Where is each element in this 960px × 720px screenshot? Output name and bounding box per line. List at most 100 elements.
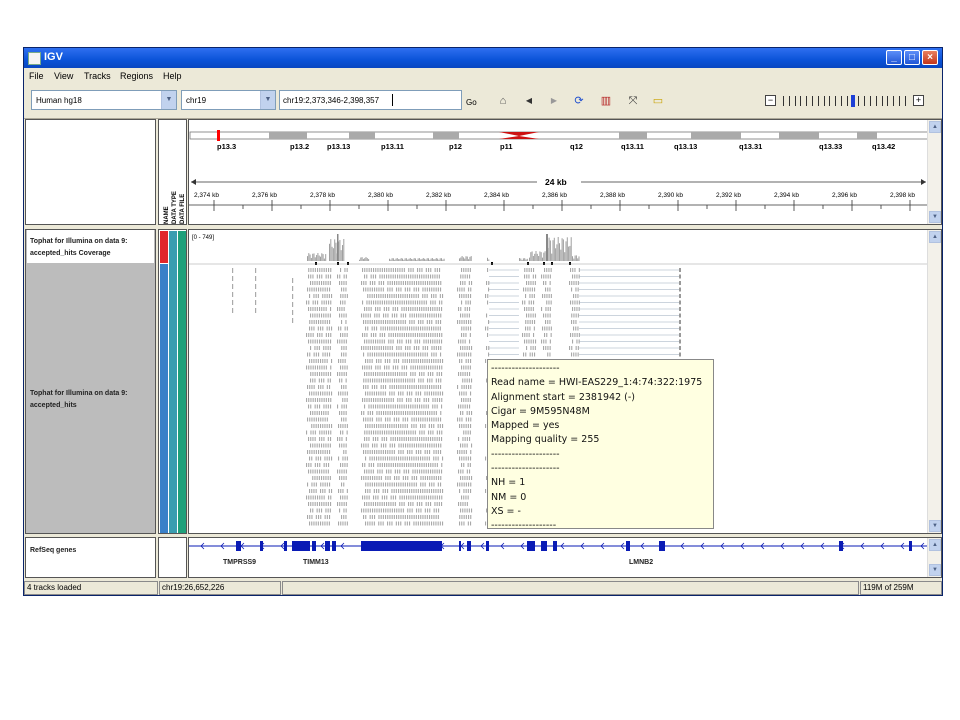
read-segment bbox=[394, 404, 396, 409]
read-segment bbox=[371, 352, 373, 357]
read-segment bbox=[310, 430, 312, 435]
scroll-up-icon[interactable]: ▲ bbox=[929, 121, 941, 133]
scroll-down-icon[interactable]: ▼ bbox=[929, 564, 941, 576]
coverage-bar bbox=[325, 254, 327, 261]
read-segment bbox=[384, 294, 386, 298]
read-segment bbox=[323, 404, 325, 409]
home-icon[interactable]: ⌂ bbox=[495, 94, 511, 108]
scroll-up-icon[interactable]: ▲ bbox=[929, 231, 941, 243]
minimize-icon[interactable]: _ bbox=[886, 50, 902, 65]
read-segment bbox=[463, 463, 465, 467]
refseq-track-name[interactable]: RefSeq genes bbox=[27, 547, 154, 554]
read-segment bbox=[404, 326, 406, 331]
genome-select[interactable]: Human hg18 ▼ bbox=[31, 90, 177, 110]
menu-tracks[interactable]: Tracks bbox=[84, 71, 111, 81]
read-segment bbox=[375, 268, 377, 272]
read-segment bbox=[459, 359, 461, 363]
read-segment bbox=[441, 463, 443, 467]
read-segment bbox=[432, 437, 434, 441]
close-icon[interactable]: × bbox=[922, 50, 938, 65]
chromosome-select[interactable]: chr19 ▼ bbox=[181, 90, 276, 110]
header-scrollbar[interactable]: ▲ ▼ bbox=[927, 120, 941, 224]
attr-name-cell[interactable] bbox=[160, 231, 168, 263]
read-segment bbox=[389, 508, 391, 513]
menu-help[interactable]: Help bbox=[163, 71, 182, 81]
ruler[interactable]: 2,374 kb 2,376 kb 2,378 kb 2,380 kb 2,382 kb… bbox=[189, 192, 940, 211]
gene-label: TIMM13 bbox=[303, 559, 329, 566]
read-segment bbox=[392, 300, 394, 305]
refresh-icon[interactable]: ⟳ bbox=[571, 94, 587, 108]
menu-regions[interactable]: Regions bbox=[120, 71, 153, 81]
read-segment bbox=[427, 378, 429, 383]
coverage-bar bbox=[413, 258, 415, 261]
back-icon[interactable]: ◀ bbox=[521, 94, 537, 108]
read-segment bbox=[375, 365, 377, 370]
go-button[interactable]: Go bbox=[466, 98, 477, 107]
scroll-up-icon[interactable]: ▲ bbox=[929, 539, 941, 551]
read-segment bbox=[424, 482, 426, 487]
zoom-in-icon[interactable]: + bbox=[913, 95, 924, 106]
ideogram[interactable] bbox=[189, 130, 929, 141]
read-segment bbox=[396, 385, 398, 389]
chevron-down-icon[interactable]: ▼ bbox=[260, 91, 275, 109]
read-segment bbox=[386, 372, 388, 376]
coverage-bar bbox=[390, 259, 392, 261]
coverage-bar bbox=[394, 259, 396, 261]
feature-scrollbar[interactable]: ▲ ▼ bbox=[927, 538, 941, 577]
forward-icon[interactable]: ▶ bbox=[546, 94, 562, 108]
alignment-track-name[interactable]: Tophat for Illumina on data 9: accepted_… bbox=[27, 264, 154, 533]
read-segment bbox=[402, 378, 404, 383]
coverage-track[interactable] bbox=[307, 234, 580, 265]
attr-file-cell[interactable] bbox=[178, 231, 186, 533]
read-segment bbox=[425, 339, 427, 344]
read-segment bbox=[426, 359, 428, 363]
locus-input[interactable]: chr19:2,373,346-2,398,357 bbox=[279, 90, 462, 110]
read-segment bbox=[462, 372, 464, 376]
menu-view[interactable]: View bbox=[54, 71, 73, 81]
read-segment bbox=[419, 502, 421, 506]
region-navigator-icon[interactable]: ▥ bbox=[598, 94, 614, 108]
read-segment bbox=[395, 268, 397, 272]
menu-file[interactable]: File bbox=[29, 71, 44, 81]
read-segment bbox=[423, 404, 425, 409]
read-segment bbox=[363, 417, 365, 422]
read-segment bbox=[413, 313, 415, 318]
zoom-out-icon[interactable]: − bbox=[765, 95, 776, 106]
attr-header-data-file[interactable]: DATA FILE bbox=[180, 194, 186, 224]
read-segment bbox=[337, 437, 339, 441]
read-segment bbox=[425, 495, 427, 500]
read-segment bbox=[388, 502, 390, 506]
read-segment bbox=[343, 417, 345, 422]
read-segment bbox=[387, 352, 389, 357]
attr-header-name[interactable]: NAME bbox=[164, 206, 170, 224]
maximize-icon[interactable]: □ bbox=[904, 50, 920, 65]
read-segment bbox=[428, 359, 430, 363]
read-segment bbox=[339, 372, 341, 376]
zoom-slider[interactable]: − + bbox=[765, 95, 925, 109]
attr-name-cell[interactable] bbox=[160, 264, 168, 533]
read-segment bbox=[369, 352, 371, 357]
read-segment bbox=[363, 378, 365, 383]
data-scrollbar[interactable]: ▲ ▼ bbox=[927, 230, 941, 533]
read-segment bbox=[371, 391, 373, 396]
attr-type-cell[interactable] bbox=[169, 231, 177, 533]
popup-text-icon[interactable]: ▭ bbox=[650, 94, 666, 108]
read-segment bbox=[369, 456, 371, 461]
read-segment bbox=[413, 443, 415, 448]
chevron-down-icon[interactable]: ▼ bbox=[161, 91, 176, 109]
read-segment bbox=[549, 281, 551, 285]
attr-header-data-type[interactable]: DATA TYPE bbox=[172, 191, 178, 224]
scroll-down-icon[interactable]: ▼ bbox=[929, 211, 941, 223]
read-segment bbox=[373, 495, 375, 500]
scroll-down-icon[interactable]: ▼ bbox=[929, 520, 941, 532]
resize-icon[interactable]: ⤧ bbox=[625, 94, 641, 108]
coverage-track-name[interactable]: Tophat for Illumina on data 9: accepted_… bbox=[27, 230, 154, 263]
coverage-bar bbox=[317, 253, 319, 261]
read-segment bbox=[364, 268, 366, 272]
read-segment bbox=[324, 515, 326, 519]
read-segment bbox=[442, 456, 444, 461]
read-segment bbox=[376, 450, 378, 454]
zoom-thumb[interactable] bbox=[851, 95, 855, 107]
gene-track[interactable] bbox=[189, 541, 927, 551]
read-segment bbox=[572, 300, 574, 305]
